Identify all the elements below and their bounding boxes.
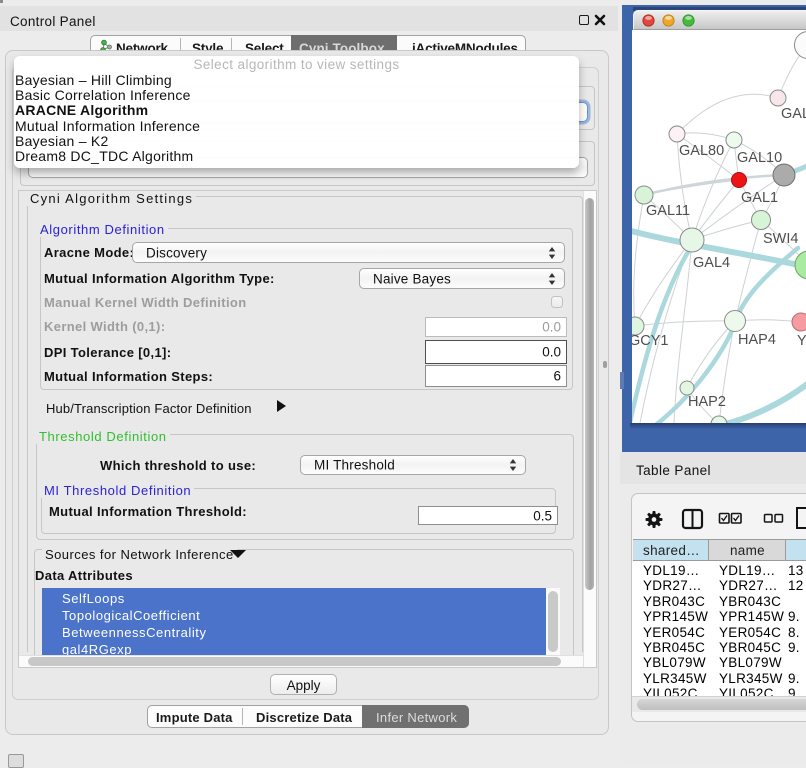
svg-text:GCY1: GCY1 [632,333,669,349]
svg-text:GAL80: GAL80 [679,143,724,159]
svg-text:GAL7: GAL7 [781,106,806,122]
svg-text:SWI4: SWI4 [763,231,798,247]
svg-text:HAP4: HAP4 [738,332,776,348]
svg-text:GAL4: GAL4 [693,255,730,271]
svg-text:GAL10: GAL10 [737,150,782,166]
svg-text:GAL1: GAL1 [741,190,778,206]
svg-text:GAL11: GAL11 [646,203,690,219]
svg-text:Y: Y [797,333,806,349]
svg-text:HAP2: HAP2 [688,394,726,410]
